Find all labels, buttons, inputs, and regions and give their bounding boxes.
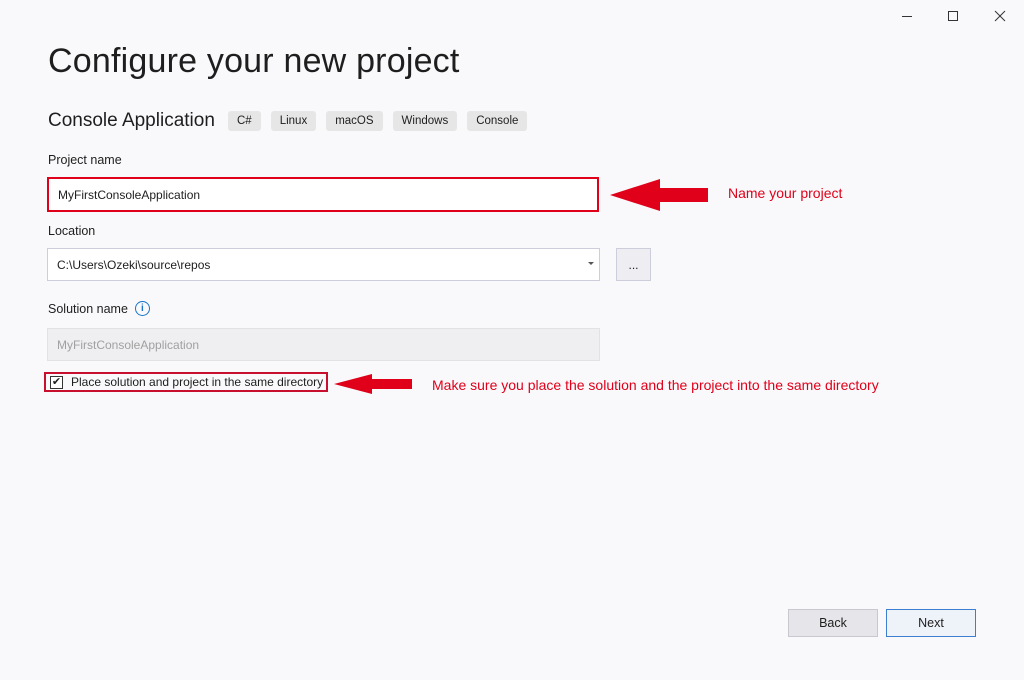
back-button[interactable]: Back <box>788 609 878 637</box>
annotation-name-project: Name your project <box>728 185 843 201</box>
next-button[interactable]: Next <box>886 609 976 637</box>
annotation-same-directory: Make sure you place the solution and the… <box>432 377 879 393</box>
solution-name-label-row: Solution name i <box>48 301 150 316</box>
close-icon <box>994 10 1006 22</box>
minimize-icon <box>902 16 912 17</box>
same-directory-checkbox[interactable]: ✔ <box>50 375 63 389</box>
maximize-button[interactable] <box>930 4 976 28</box>
tag-macos: macOS <box>326 111 383 131</box>
template-tags: C# Linux macOS Windows Console <box>228 111 528 131</box>
solution-name-label: Solution name <box>48 301 128 316</box>
same-directory-checkbox-row[interactable]: ✔ Place solution and project in the same… <box>44 372 328 392</box>
location-input[interactable] <box>47 248 600 281</box>
solution-name-input <box>47 328 600 361</box>
arrow-left-icon <box>610 179 708 211</box>
tag-console: Console <box>467 111 528 131</box>
close-button[interactable] <box>977 4 1023 28</box>
tag-csharp: C# <box>228 111 261 131</box>
maximize-icon <box>948 11 958 21</box>
same-directory-label: Place solution and project in the same d… <box>71 375 324 389</box>
browse-button[interactable]: ... <box>616 248 651 281</box>
page-title: Configure your new project <box>48 42 460 80</box>
tag-linux: Linux <box>270 111 317 131</box>
minimize-button[interactable] <box>884 4 930 28</box>
chevron-down-icon[interactable] <box>588 262 594 265</box>
location-combobox[interactable] <box>47 248 600 281</box>
project-name-input[interactable] <box>47 177 599 212</box>
location-label: Location <box>48 224 96 238</box>
info-icon[interactable]: i <box>134 301 150 316</box>
template-name: Console Application <box>48 110 215 131</box>
tag-windows: Windows <box>392 111 458 131</box>
arrow-left-icon <box>334 374 412 394</box>
project-name-label: Project name <box>48 153 122 167</box>
